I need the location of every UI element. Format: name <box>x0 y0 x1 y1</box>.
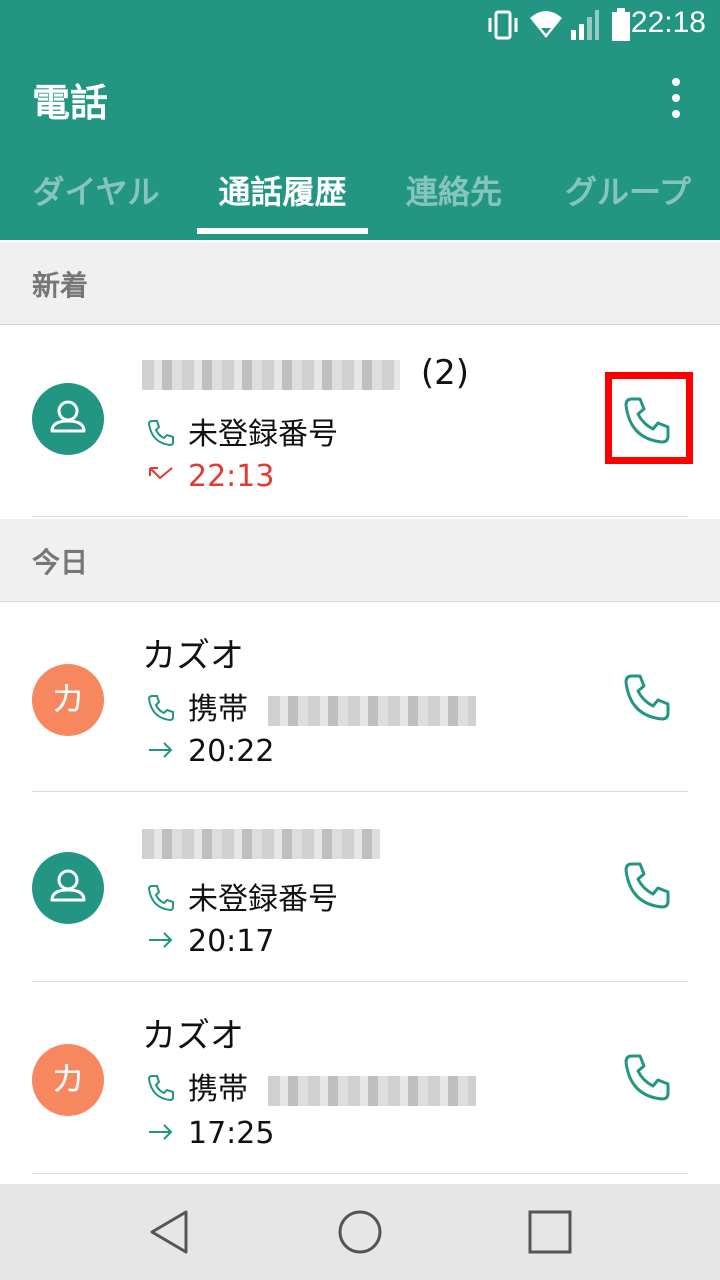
tab-dialer[interactable]: ダイヤル <box>12 150 180 240</box>
phone-icon <box>147 885 174 912</box>
tab-bar: ダイヤル 通話履歴 連絡先 グループ <box>0 150 720 240</box>
number-type: 未登録番号 <box>146 409 338 453</box>
signal-icon <box>571 10 599 40</box>
outgoing-call-icon <box>149 932 173 948</box>
missed-call-icon <box>149 467 173 480</box>
app-bar: 22:18 電話 ダイヤル 通話履歴 連絡先 グループ <box>0 0 720 240</box>
tab-call-history[interactable]: 通話履歴 <box>197 150 368 240</box>
outgoing-call-icon <box>149 742 173 758</box>
battery-icon <box>612 8 630 41</box>
call-log-item[interactable]: 未登録番号 20:17 <box>0 792 720 982</box>
section-header-new: 新着 <box>0 242 720 325</box>
call-time: 17:25 <box>146 1116 274 1151</box>
section-label: 新着 <box>32 269 89 302</box>
contact-name: カズオ <box>142 1016 244 1056</box>
section-header-today: 今日 <box>0 519 720 602</box>
vibrate-icon <box>488 10 518 40</box>
call-time: 20:17 <box>146 924 274 959</box>
call-count: (2) <box>420 353 469 393</box>
page-title: 電話 <box>32 81 109 125</box>
section-label: 今日 <box>32 546 89 579</box>
status-bar: 22:18 <box>0 0 720 50</box>
call-button[interactable] <box>620 670 676 726</box>
navigation-bar <box>0 1184 720 1280</box>
phone-icon <box>147 420 174 447</box>
avatar[interactable]: カ <box>32 1044 104 1116</box>
contact-name <box>142 822 380 862</box>
contact-name: (2) <box>142 353 469 393</box>
hidden-phone-number <box>142 359 400 390</box>
wifi-icon <box>530 11 562 38</box>
row-divider <box>32 1173 688 1174</box>
row-divider <box>32 516 688 517</box>
number-type: 携帯 <box>146 684 476 728</box>
call-log-item[interactable]: (2) 未登録番号 22:13 <box>0 325 720 517</box>
hidden-phone-number <box>142 828 380 859</box>
recent-apps-icon[interactable] <box>524 1206 576 1258</box>
person-icon <box>50 869 86 902</box>
status-time: 22:18 <box>630 6 706 39</box>
phone-icon <box>147 695 174 722</box>
overflow-dot-icon <box>672 78 680 86</box>
call-time: 22:13 <box>146 459 274 494</box>
call-log-item[interactable]: カ カズオ 携帯 17:25 <box>0 982 720 1174</box>
avatar[interactable] <box>32 383 104 455</box>
avatar[interactable]: カ <box>32 664 104 736</box>
call-button[interactable] <box>620 858 676 914</box>
call-log-item[interactable]: カ カズオ 携帯 20:22 <box>0 602 720 792</box>
overflow-dot-icon <box>672 94 680 102</box>
contact-name: カズオ <box>142 636 244 676</box>
call-button[interactable] <box>620 1050 676 1106</box>
more-options-button[interactable] <box>656 70 696 122</box>
avatar[interactable] <box>32 852 104 924</box>
active-tab-indicator <box>197 228 368 234</box>
hidden-phone-number <box>267 695 476 726</box>
person-icon <box>50 400 86 433</box>
tab-groups[interactable]: グループ <box>548 150 708 240</box>
hidden-phone-number <box>267 1075 476 1106</box>
overflow-dot-icon <box>672 110 680 118</box>
outgoing-call-icon <box>149 1124 173 1140</box>
avatar-initial: カ <box>51 1060 85 1100</box>
phone-icon <box>147 1075 174 1102</box>
home-icon[interactable] <box>334 1206 386 1258</box>
avatar-initial: カ <box>51 680 85 720</box>
call-time: 20:22 <box>146 734 274 769</box>
call-button[interactable] <box>620 393 676 449</box>
back-icon[interactable] <box>144 1206 196 1258</box>
number-type: 携帯 <box>146 1064 476 1108</box>
tab-contacts[interactable]: 連絡先 <box>384 150 524 240</box>
number-type: 未登録番号 <box>146 874 338 918</box>
